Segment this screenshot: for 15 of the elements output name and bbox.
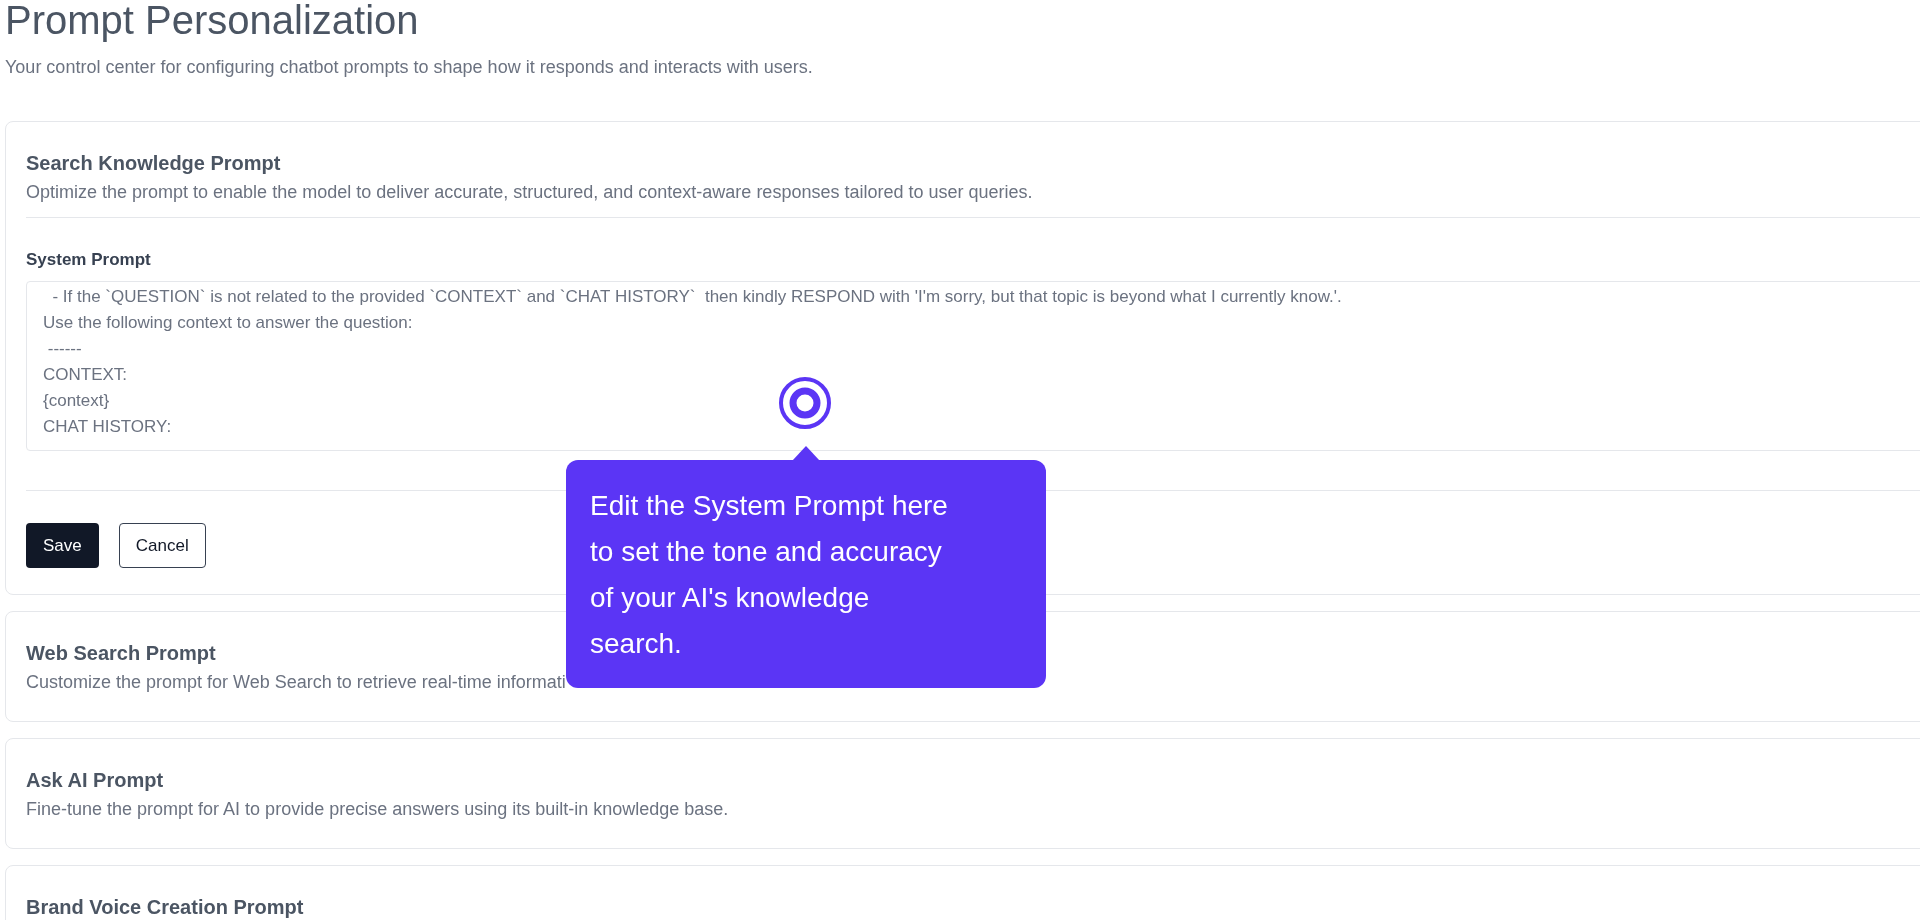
target-icon[interactable] bbox=[778, 376, 832, 430]
save-button[interactable]: Save bbox=[26, 523, 99, 568]
prompt-textarea[interactable]: - If the `QUESTION` is not related to the provided `CONTEXT` and `CHAT HISTORY` then kindly RESPOND with 'I'm sorry, but that topic is beyond what I currently know.'. Use the following context to answer the question: ------ CONTEXT: {context} CHAT HISTORY: bbox=[26, 281, 1920, 451]
cancel-button[interactable]: Cancel bbox=[118, 523, 206, 568]
section-title[interactable]: Search Knowledge Prompt bbox=[26, 149, 281, 177]
page-title: Prompt Personalization bbox=[5, 0, 419, 40]
section-description: Customize the prompt for Web Search to retrieve real-time informati bbox=[26, 671, 566, 694]
section-title[interactable]: Brand Voice Creation Prompt bbox=[26, 893, 304, 920]
field-label: System Prompt bbox=[26, 249, 151, 271]
page-subtitle: Your control center for configuring chatbot prompts to shape how it responds and interacts with users. bbox=[5, 56, 813, 79]
section-description: Optimize the prompt to enable the model to deliver accurate, structured, and context-aware responses tailored to user queries. bbox=[26, 181, 1033, 204]
section-description: Fine-tune the prompt for AI to provide precise answers using its built-in knowledge base. bbox=[26, 798, 729, 821]
section-title[interactable]: Ask AI Prompt bbox=[26, 766, 164, 794]
tooltip-text: Edit the System Prompt here to set the tone and accuracy of your AI's knowledge search. bbox=[590, 489, 949, 661]
section-title[interactable]: Web Search Prompt bbox=[26, 639, 216, 667]
